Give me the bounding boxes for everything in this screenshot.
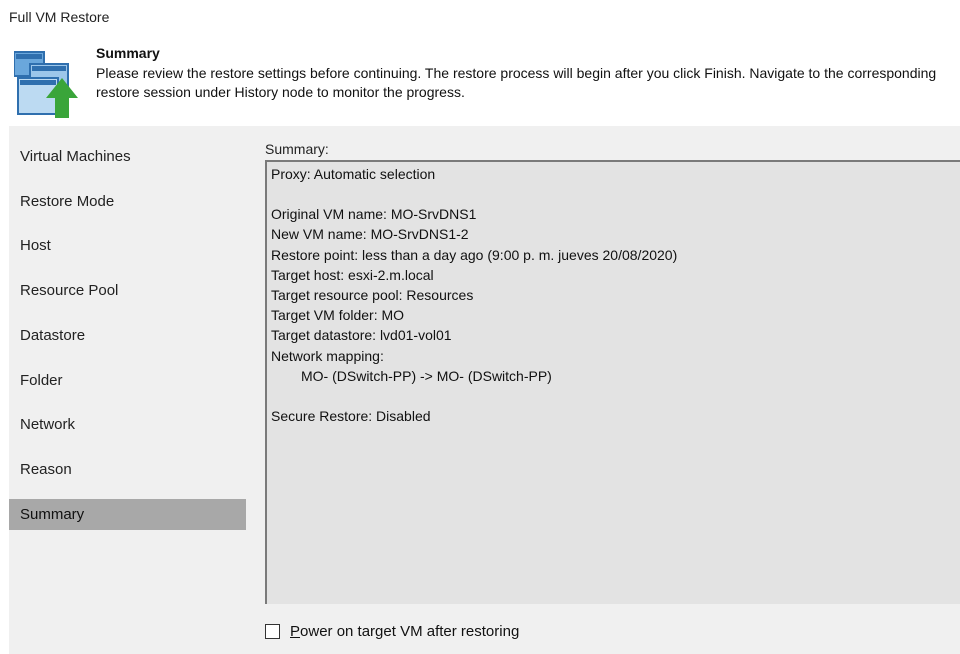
summary-label: Summary: xyxy=(265,141,329,157)
sidebar-item-summary[interactable]: Summary xyxy=(9,499,246,530)
sidebar-item-label: Resource Pool xyxy=(20,282,119,299)
sidebar-item-folder[interactable]: Folder xyxy=(9,365,246,396)
sidebar-item-restore-mode[interactable]: Restore Mode xyxy=(9,186,246,217)
power-on-option[interactable]: Power on target VM after restoring xyxy=(265,623,519,640)
power-on-checkbox-label[interactable]: Power on target VM after restoring xyxy=(290,623,519,640)
summary-line: Network mapping: xyxy=(271,348,384,364)
wizard-steps-sidebar: Virtual Machines Restore Mode Host Resou… xyxy=(9,126,246,654)
sidebar-item-host[interactable]: Host xyxy=(9,230,246,261)
power-on-checkbox[interactable] xyxy=(265,624,280,639)
summary-line: Proxy: Automatic selection xyxy=(271,166,436,182)
step-title: Summary xyxy=(96,45,160,61)
summary-line: Secure Restore: Disabled xyxy=(271,408,431,424)
sidebar-item-network[interactable]: Network xyxy=(9,409,246,440)
summary-line: Target VM folder: MO xyxy=(271,307,405,323)
sidebar-item-label: Host xyxy=(20,237,51,254)
sidebar-item-label: Restore Mode xyxy=(20,193,115,210)
summary-line: Target datastore: lvd01-vol01 xyxy=(271,327,452,343)
sidebar-item-datastore[interactable]: Datastore xyxy=(9,320,246,351)
sidebar-item-label: Folder xyxy=(20,372,63,389)
summary-line: Target host: esxi-2.m.local xyxy=(271,267,434,283)
step-description: Please review the restore settings befor… xyxy=(96,65,937,100)
sidebar-item-virtual-machines[interactable]: Virtual Machines xyxy=(9,141,246,172)
summary-panel: Summary: Proxy: Automatic selection Orig… xyxy=(246,126,960,654)
summary-line: New VM name: MO-SrvDNS1-2 xyxy=(271,226,469,242)
sidebar-item-label: Reason xyxy=(20,461,72,478)
summary-line: Original VM name: MO-SrvDNS1 xyxy=(271,206,477,222)
summary-line: Target resource pool: Resources xyxy=(271,287,474,303)
window-title: Full VM Restore xyxy=(9,9,110,25)
summary-line: MO- (DSwitch-PP) -> MO- (DSwitch-PP) xyxy=(301,368,552,384)
sidebar-item-reason[interactable]: Reason xyxy=(9,454,246,485)
summary-text-box[interactable]: Proxy: Automatic selection Original VM n… xyxy=(265,160,960,604)
summary-line: Restore point: less than a day ago (9:00… xyxy=(271,247,678,263)
sidebar-item-label: Datastore xyxy=(20,327,86,344)
sidebar-item-label: Virtual Machines xyxy=(20,148,131,165)
sidebar-item-resource-pool[interactable]: Resource Pool xyxy=(9,275,246,306)
vm-restore-icon xyxy=(13,40,78,120)
sidebar-item-label: Network xyxy=(20,416,76,433)
full-vm-restore-window: Full VM Restore Summary Please review th… xyxy=(0,0,960,654)
sidebar-item-label: Summary xyxy=(20,506,85,523)
